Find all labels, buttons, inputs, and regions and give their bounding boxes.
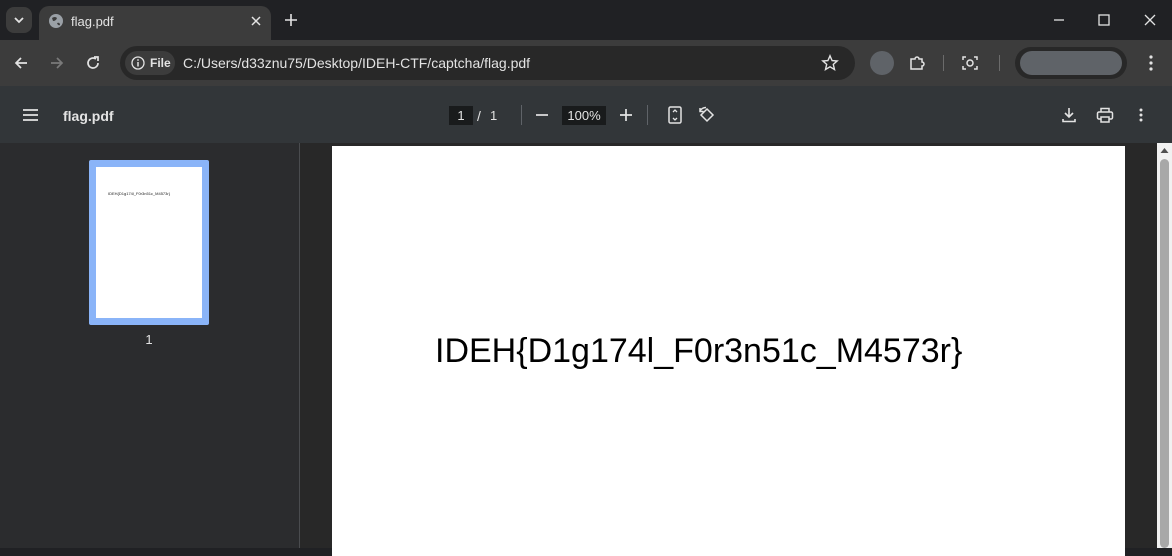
pdf-page: IDEH{D1g174l_F0r3n51c_M4573r}	[332, 146, 1125, 556]
tab-close-button[interactable]	[247, 12, 265, 30]
toolbar-divider	[943, 55, 944, 71]
site-info-chip[interactable]: File	[125, 51, 175, 75]
pdf-title: flag.pdf	[63, 108, 114, 124]
chevron-down-icon	[14, 17, 24, 24]
profile-avatar[interactable]	[870, 51, 894, 75]
page-number-input[interactable]: 1	[449, 106, 473, 125]
minimize-button[interactable]	[1049, 10, 1069, 30]
close-icon	[251, 16, 261, 26]
url-text: C:/Users/d33znu75/Desktop/IDEH-CTF/captc…	[183, 55, 531, 71]
puzzle-icon	[910, 56, 925, 70]
download-icon	[1062, 108, 1076, 123]
toolbar-divider	[999, 55, 1000, 71]
rotate-icon	[699, 106, 715, 123]
sidebar-toggle-button[interactable]	[21, 105, 41, 125]
scroll-up-arrow-icon[interactable]	[1160, 147, 1169, 154]
forward-button[interactable]	[45, 51, 69, 75]
zoom-input[interactable]: 100%	[562, 106, 606, 125]
kebab-icon	[1139, 108, 1143, 122]
fit-page-button[interactable]	[665, 105, 685, 125]
document-text: IDEH{D1g174l_F0r3n51c_M4573r}	[435, 332, 963, 370]
tab-title: flag.pdf	[71, 14, 114, 29]
reload-button[interactable]	[81, 51, 105, 75]
document-viewport[interactable]: IDEH{D1g174l_F0r3n51c_M4573r}	[300, 143, 1157, 556]
close-icon	[1144, 14, 1156, 26]
thumbnail-text: IDEH{D1g174l_F0r3n51c_M4573r}	[108, 191, 171, 196]
info-icon	[131, 56, 145, 70]
maximize-button[interactable]	[1094, 10, 1114, 30]
kebab-icon	[1149, 55, 1153, 71]
page-thumbnail[interactable]: IDEH{D1g174l_F0r3n51c_M4573r}	[89, 160, 209, 325]
browser-menu-button[interactable]	[1139, 51, 1163, 75]
new-tab-button[interactable]	[281, 10, 301, 30]
thumbnail-page: IDEH{D1g174l_F0r3n51c_M4573r}	[96, 167, 202, 318]
pdf-toolbar: flag.pdf 1 / 1 100%	[0, 86, 1172, 143]
minus-icon	[536, 114, 548, 116]
thumbnail-sidebar: IDEH{D1g174l_F0r3n51c_M4573r} 1	[0, 143, 299, 548]
fit-page-icon	[668, 106, 682, 124]
download-button[interactable]	[1059, 105, 1079, 125]
reload-icon	[87, 56, 99, 69]
tab-search-button[interactable]	[6, 7, 32, 33]
star-icon[interactable]	[821, 54, 839, 72]
lens-button[interactable]	[958, 51, 982, 75]
page-separator: /	[477, 108, 481, 124]
thumbnail-label: 1	[145, 332, 153, 347]
plus-icon	[620, 109, 632, 121]
page-total: 1	[490, 108, 498, 123]
extensions-button[interactable]	[905, 51, 929, 75]
back-button[interactable]	[9, 51, 33, 75]
toolbar-divider	[521, 105, 522, 125]
hamburger-icon	[23, 109, 38, 121]
account-button[interactable]	[1015, 47, 1127, 79]
scrollbar-thumb[interactable]	[1160, 159, 1169, 548]
pdf-menu-button[interactable]	[1131, 105, 1151, 125]
site-info-label: File	[150, 56, 171, 70]
lens-icon	[962, 56, 978, 70]
arrow-right-icon	[51, 57, 64, 69]
rotate-button[interactable]	[697, 105, 717, 125]
arrow-left-icon	[14, 57, 27, 69]
account-pill	[1020, 51, 1122, 75]
print-icon	[1096, 107, 1114, 123]
zoom-out-button[interactable]	[532, 105, 552, 125]
globe-icon	[49, 14, 63, 28]
toolbar-divider	[647, 105, 648, 125]
print-button[interactable]	[1095, 105, 1115, 125]
tab-active[interactable]: flag.pdf	[39, 6, 271, 40]
zoom-in-button[interactable]	[616, 105, 636, 125]
tab-strip: flag.pdf	[0, 0, 1172, 40]
vertical-scrollbar[interactable]	[1157, 143, 1172, 548]
plus-icon	[285, 14, 297, 26]
address-bar[interactable]: File C:/Users/d33znu75/Desktop/IDEH-CTF/…	[120, 46, 855, 80]
maximize-icon	[1098, 14, 1110, 26]
browser-toolbar: File C:/Users/d33znu75/Desktop/IDEH-CTF/…	[0, 40, 1172, 86]
close-window-button[interactable]	[1140, 10, 1160, 30]
minimize-icon	[1054, 19, 1064, 21]
